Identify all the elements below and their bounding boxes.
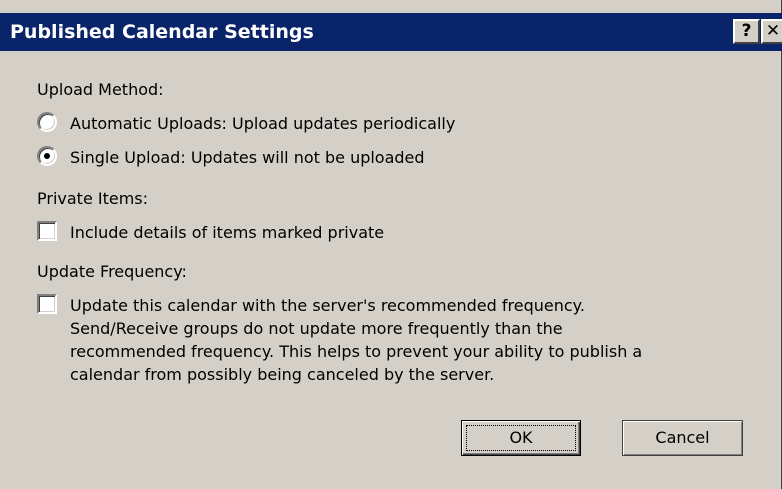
close-icon: ✕ bbox=[765, 21, 781, 41]
description-line: recommended frequency. This helps to pre… bbox=[70, 342, 643, 361]
update-frequency-description[interactable]: Update this calendar with the server's r… bbox=[70, 294, 710, 386]
update-frequency-checkbox[interactable] bbox=[37, 294, 57, 314]
help-button[interactable]: ? bbox=[733, 19, 760, 44]
private-items-heading: Private Items: bbox=[37, 189, 149, 208]
single-upload-radio[interactable] bbox=[37, 146, 57, 166]
close-button[interactable]: ✕ bbox=[761, 19, 782, 44]
title-bar[interactable]: Published Calendar Settings ? ✕ bbox=[0, 13, 782, 51]
single-upload-label[interactable]: Single Upload: Updates will not be uploa… bbox=[70, 148, 425, 168]
cancel-button[interactable]: Cancel bbox=[622, 420, 743, 456]
published-calendar-settings-dialog: Published Calendar Settings ? ✕ Upload M… bbox=[0, 0, 782, 489]
include-private-details-checkbox[interactable] bbox=[37, 221, 57, 241]
focus-rectangle bbox=[466, 425, 576, 451]
description-line: Send/Receive groups do not update more f… bbox=[70, 319, 563, 338]
description-line: Update this calendar with the server's r… bbox=[70, 296, 585, 315]
update-frequency-heading: Update Frequency: bbox=[37, 262, 187, 281]
description-line: calendar from possibly being canceled by… bbox=[70, 365, 495, 384]
dialog-title: Published Calendar Settings bbox=[10, 21, 314, 43]
ok-button[interactable]: OK bbox=[461, 420, 581, 456]
include-private-details-label[interactable]: Include details of items marked private bbox=[70, 223, 384, 243]
radio-selected-dot bbox=[44, 153, 50, 159]
automatic-uploads-label[interactable]: Automatic Uploads: Upload updates period… bbox=[70, 114, 455, 134]
upload-method-heading: Upload Method: bbox=[37, 80, 164, 99]
automatic-uploads-radio[interactable] bbox=[37, 112, 57, 132]
